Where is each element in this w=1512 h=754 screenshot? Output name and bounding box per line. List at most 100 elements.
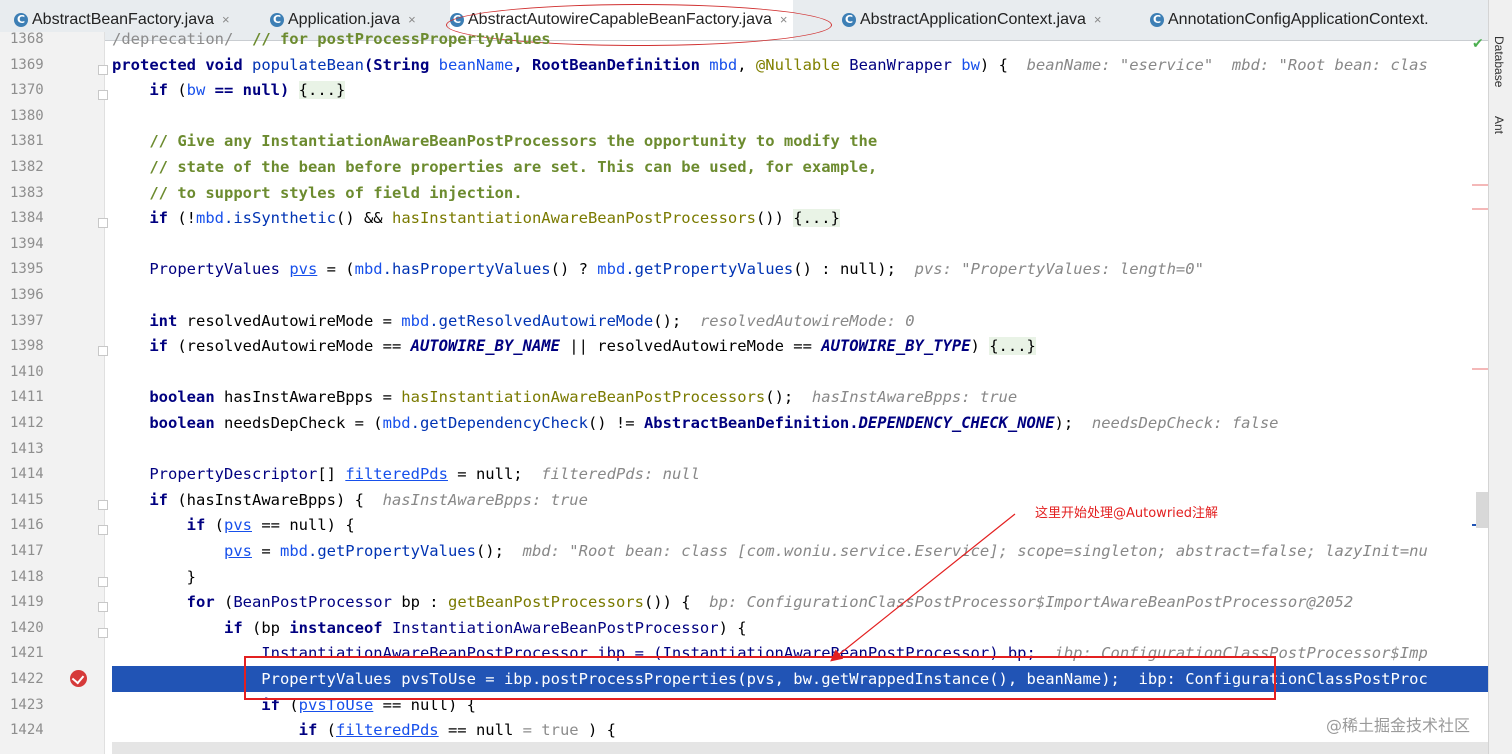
line-number[interactable]: 1423 [10, 697, 46, 713]
code-token: bw [961, 55, 980, 74]
fold-toggle-icon[interactable] [98, 576, 108, 587]
code-line[interactable]: // state of the bean before properties a… [112, 154, 1488, 180]
line-number[interactable]: 1370 [10, 82, 46, 98]
code-token: (); [475, 542, 523, 560]
code-token: DEPENDENCY_CHECK_NONE [858, 414, 1055, 432]
fold-toggle-icon[interactable] [98, 627, 108, 638]
code-token: filteredPds [335, 721, 439, 740]
line-number[interactable]: 1424 [10, 722, 46, 738]
code-line[interactable]: PropertyDescriptor[] filteredPds = null;… [112, 461, 1488, 487]
watermark: @稀土掘金技术社区 [1326, 716, 1471, 735]
line-number[interactable]: 1395 [10, 261, 46, 277]
code-line[interactable]: // to support styles of field injection. [112, 180, 1488, 206]
code-line[interactable] [112, 103, 1488, 129]
code-line[interactable]: pvs = mbd.getPropertyValues(); mbd: "Roo… [112, 538, 1488, 564]
code-line[interactable]: protected void populateBean(String beanN… [112, 52, 1488, 78]
code-token: mbd: "Root bean: class [com.woniu.servic… [522, 542, 1428, 560]
code-line[interactable]: if (resolvedAutowireMode == AUTOWIRE_BY_… [112, 333, 1488, 359]
line-number[interactable]: 1398 [10, 338, 46, 354]
code-line[interactable] [112, 231, 1488, 257]
code-line[interactable]: PropertyValues pvs = (mbd.hasPropertyVal… [112, 256, 1488, 282]
breakpoint-icon[interactable] [70, 670, 87, 687]
code-token: pvs [224, 516, 252, 535]
line-number[interactable]: 1418 [10, 569, 46, 585]
line-number[interactable]: 1380 [10, 108, 46, 124]
error-stripe-mark[interactable] [1472, 368, 1488, 370]
line-number[interactable]: 1381 [10, 133, 46, 149]
line-number[interactable]: 1394 [10, 236, 46, 252]
fold-toggle-icon[interactable] [98, 90, 108, 101]
line-number[interactable]: 1419 [10, 594, 46, 610]
line-number[interactable]: 1368 [10, 31, 46, 47]
code-token: () : null); [793, 260, 915, 279]
error-stripe-mark[interactable] [1472, 208, 1488, 210]
line-number[interactable]: 1414 [10, 466, 46, 482]
code-line[interactable]: if (filteredPds == null = true ) { [112, 717, 1488, 743]
fold-toggle-icon[interactable] [98, 499, 108, 510]
fold-toggle-icon[interactable] [98, 602, 108, 613]
code-line[interactable]: if (!mbd.isSynthetic() && hasInstantiati… [112, 205, 1488, 231]
fold-toggle-icon[interactable] [98, 64, 108, 75]
right-tool-strip [1488, 0, 1512, 754]
code-token: = null; [447, 465, 542, 484]
code-line[interactable] [112, 436, 1488, 462]
line-number[interactable]: 1396 [10, 287, 46, 303]
horizontal-scrollbar[interactable] [112, 742, 1488, 754]
line-number[interactable]: 1421 [10, 645, 46, 661]
line-number[interactable]: 1410 [10, 364, 46, 380]
code-line[interactable]: boolean hasInstAwareBpps = hasInstantiat… [112, 384, 1488, 410]
code-line[interactable]: boolean needsDepCheck = (mbd.getDependen… [112, 410, 1488, 436]
fold-toggle-icon[interactable] [98, 218, 108, 229]
line-number[interactable]: 1383 [10, 185, 46, 201]
code-line[interactable]: for (BeanPostProcessor bp : getBeanPostP… [112, 589, 1488, 615]
code-token: hasInstAwareBpps: true [811, 388, 1018, 407]
line-number[interactable]: 1382 [10, 159, 46, 175]
code-line[interactable] [112, 282, 1488, 308]
error-stripe-mark[interactable] [1472, 184, 1488, 186]
code-line[interactable]: // Give any InstantiationAwareBeanPostPr… [112, 128, 1488, 154]
code-token: pvs [223, 542, 252, 560]
line-number[interactable]: 1413 [10, 441, 46, 457]
code-token: == null [438, 721, 523, 740]
line-number[interactable]: 1384 [10, 210, 46, 226]
code-token: pvs: "PropertyValues: length=0" [914, 260, 1204, 279]
line-number[interactable]: 1397 [10, 313, 46, 329]
code-token: ) { [587, 721, 616, 740]
code-line[interactable] [112, 359, 1488, 385]
code-token: @Nullable [755, 55, 850, 74]
code-token: ( [326, 721, 336, 740]
code-token: PropertyValues [112, 260, 290, 279]
code-line[interactable]: if (bw == null) {...} [112, 77, 1488, 103]
code-token: for [112, 593, 224, 612]
close-icon[interactable]: × [222, 12, 230, 27]
code-line[interactable]: int resolvedAutowireMode = mbd.getResolv… [112, 308, 1488, 334]
line-number[interactable]: 1417 [10, 543, 46, 559]
code-token: {...} [989, 337, 1036, 356]
inspection-ok-icon[interactable]: ✔ [1472, 36, 1484, 52]
close-icon[interactable]: × [1094, 12, 1102, 27]
line-number[interactable]: 1415 [10, 492, 46, 508]
code-token: if [112, 337, 178, 356]
code-line[interactable]: if (pvs == null) { [112, 512, 1488, 538]
fold-toggle-icon[interactable] [98, 525, 108, 536]
database-tool-tab[interactable]: Database [1492, 36, 1506, 87]
code-line[interactable]: /deprecation/ // for postProcessProperty… [112, 26, 1488, 52]
close-icon[interactable]: × [408, 12, 416, 27]
vertical-scrollbar-thumb[interactable] [1476, 492, 1488, 528]
line-number[interactable]: 1369 [10, 57, 46, 73]
code-line[interactable]: if (hasInstAwareBpps) { hasInstAwareBpps… [112, 487, 1488, 513]
ant-tool-tab[interactable]: Ant [1492, 116, 1506, 134]
fold-toggle-icon[interactable] [98, 346, 108, 357]
line-number[interactable]: 1412 [10, 415, 46, 431]
code-line[interactable]: if (bp instanceof InstantiationAwareBean… [112, 615, 1488, 641]
code-token: bp : [401, 593, 448, 612]
line-number[interactable]: 1422 [10, 671, 46, 687]
code-line[interactable]: } [112, 564, 1488, 590]
code-token: , RootBeanDefinition [513, 55, 710, 74]
line-number[interactable]: 1416 [10, 517, 46, 533]
code-token: populateBean [251, 55, 364, 74]
code-token: needsDepCheck = ( [223, 414, 383, 432]
line-number[interactable]: 1420 [10, 620, 46, 636]
line-number[interactable]: 1411 [10, 389, 46, 405]
